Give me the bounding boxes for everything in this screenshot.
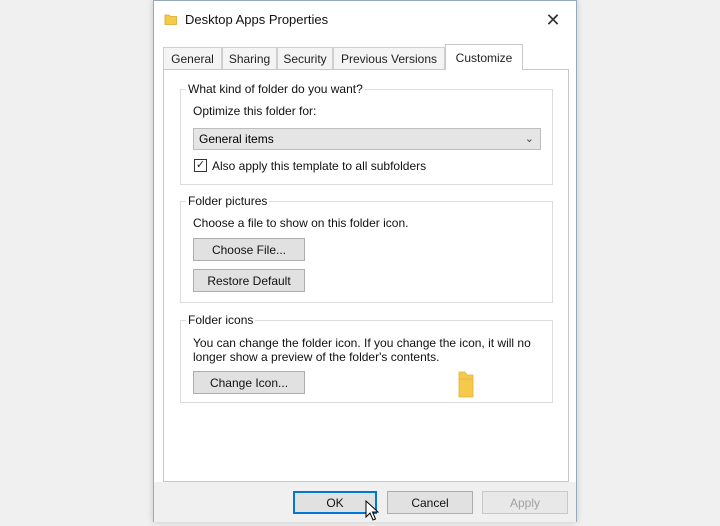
- restore-default-button[interactable]: Restore Default: [193, 269, 305, 292]
- optimize-dropdown-value: General items: [199, 132, 274, 146]
- title-bar[interactable]: Desktop Apps Properties ✕: [154, 1, 576, 39]
- apply-subfolders-checkbox[interactable]: ✓: [194, 159, 207, 172]
- choose-file-button[interactable]: Choose File...: [193, 238, 305, 261]
- chevron-down-icon: ⌄: [524, 133, 534, 145]
- optimize-label: Optimize this folder for:: [193, 104, 317, 118]
- folder-icons-description-line1: You can change the folder icon. If you c…: [193, 336, 531, 350]
- checkmark-icon: ✓: [195, 159, 206, 171]
- folder-icons-description-line2: longer show a preview of the folder's co…: [193, 350, 440, 364]
- folder-pictures-description: Choose a file to show on this folder ico…: [193, 216, 409, 230]
- optimize-dropdown[interactable]: General items ⌄: [193, 128, 541, 150]
- tab-previous-versions[interactable]: Previous Versions: [333, 47, 445, 69]
- tab-security[interactable]: Security: [277, 47, 333, 69]
- apply-subfolders-label[interactable]: Also apply this template to all subfolde…: [212, 159, 426, 173]
- folder-icons-group: Folder icons You can change the folder i…: [180, 313, 553, 403]
- tab-strip: General Sharing Security Previous Versio…: [163, 44, 569, 70]
- folder-icon: [164, 14, 177, 25]
- tab-customize[interactable]: Customize: [445, 44, 523, 70]
- tab-sharing[interactable]: Sharing: [222, 47, 277, 69]
- close-button[interactable]: ✕: [530, 1, 576, 39]
- folder-kind-group: What kind of folder do you want? Optimiz…: [180, 82, 553, 185]
- folder-preview-icon: [458, 371, 474, 398]
- cancel-button[interactable]: Cancel: [387, 491, 473, 514]
- group-title-folder-icons: Folder icons: [186, 313, 256, 327]
- group-title-folder-pictures: Folder pictures: [186, 194, 270, 208]
- folder-pictures-group: Folder pictures Choose a file to show on…: [180, 194, 553, 303]
- properties-dialog: Desktop Apps Properties ✕ General Sharin…: [153, 0, 577, 522]
- mouse-cursor-icon: [365, 500, 379, 521]
- close-icon: ✕: [545, 9, 561, 30]
- group-title-folder-kind: What kind of folder do you want?: [186, 82, 365, 96]
- tab-general[interactable]: General: [163, 47, 222, 69]
- window-title: Desktop Apps Properties: [185, 12, 329, 27]
- change-icon-button[interactable]: Change Icon...: [193, 371, 305, 394]
- apply-button[interactable]: Apply: [482, 491, 568, 514]
- customize-panel: What kind of folder do you want? Optimiz…: [163, 69, 569, 482]
